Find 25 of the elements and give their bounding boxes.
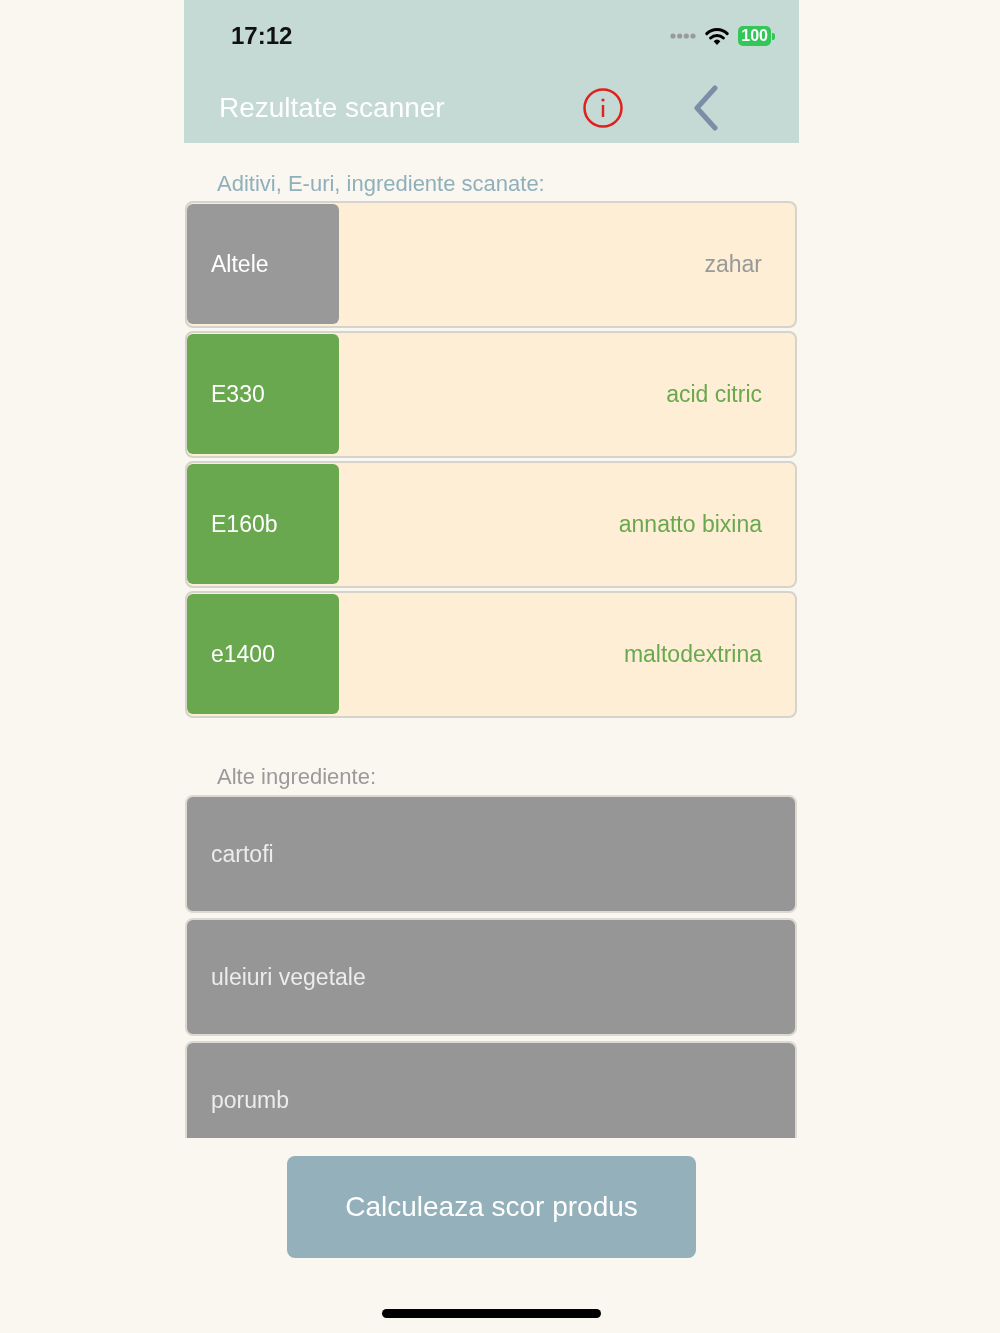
calculate-score-button[interactable]: Calculeaza scor produs <box>287 1156 696 1258</box>
ingredient-item[interactable]: porumb <box>185 1041 797 1138</box>
category-tag: Altele <box>187 204 339 324</box>
info-icon[interactable] <box>583 87 623 128</box>
category-tag: E160b <box>187 464 339 584</box>
ingredient-row[interactable]: E160b annatto bixina <box>185 461 797 588</box>
ingredient-row[interactable]: Altele zahar <box>185 201 797 328</box>
status-time: 17:12 <box>231 22 293 50</box>
battery-indicator: 100 <box>738 26 775 46</box>
signal-icon <box>670 33 697 39</box>
screen-title: Rezultate scanner <box>219 91 445 124</box>
ingredient-name: zahar <box>704 250 762 278</box>
category-tag: E330 <box>187 334 339 454</box>
wifi-icon <box>705 27 730 45</box>
back-icon[interactable] <box>694 84 718 131</box>
ingredient-row[interactable]: e1400 maltodextrina <box>185 591 797 718</box>
ingredient-name: acid citric <box>666 380 762 408</box>
ingredient-name: annatto bixina <box>618 510 762 538</box>
ingredient-name: maltodextrina <box>623 640 762 668</box>
section-label: Alte ingrediente: <box>217 763 376 791</box>
ingredient-row[interactable]: E330 acid citric <box>185 331 797 458</box>
section-label: Aditivi, E-uri, ingrediente scanate: <box>217 170 545 198</box>
ingredient-item[interactable]: uleiuri vegetale <box>185 918 797 1036</box>
ingredient-item[interactable]: cartofi <box>185 795 797 913</box>
category-tag: e1400 <box>187 594 339 714</box>
